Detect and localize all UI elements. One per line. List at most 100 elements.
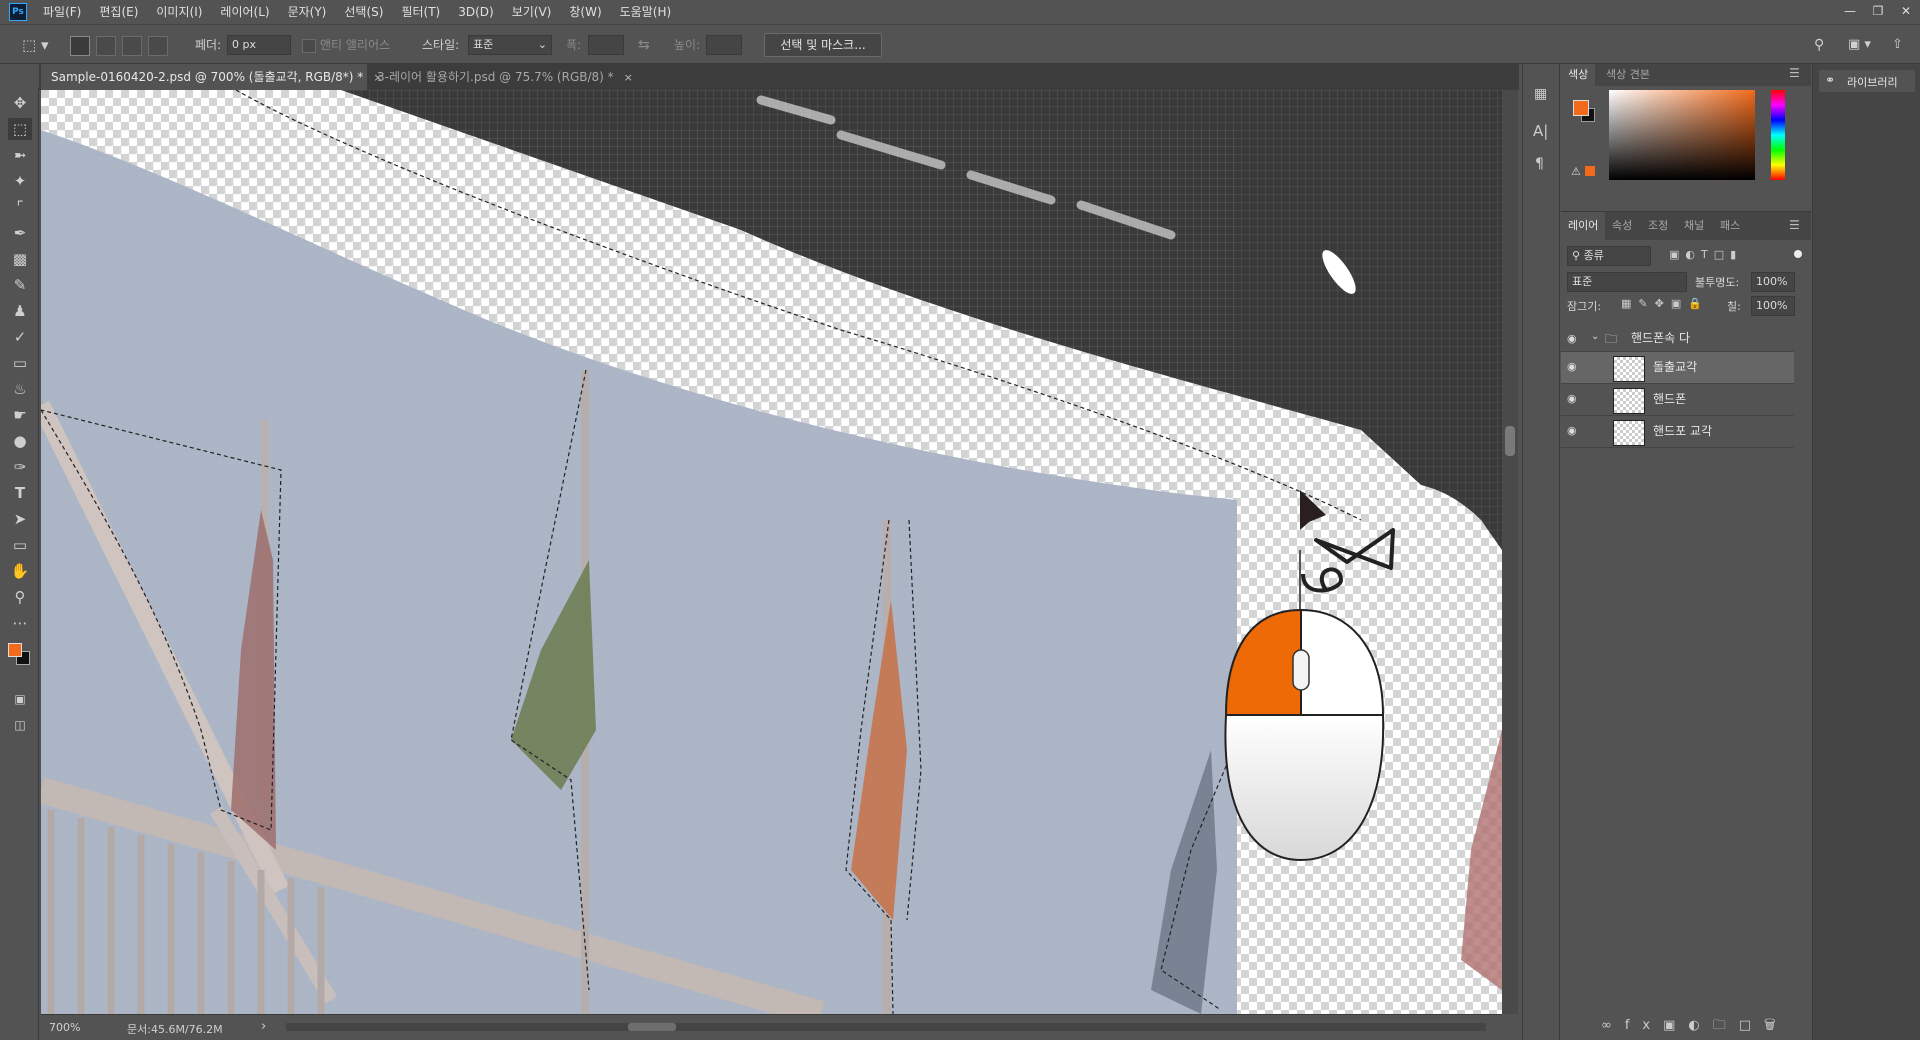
move-tool-icon[interactable]: ✥	[8, 92, 32, 114]
swap-icon[interactable]: ⇆	[638, 35, 650, 55]
gamut-color-chip	[1585, 166, 1595, 176]
style-select[interactable]: 표준 ⌄	[468, 35, 552, 55]
search-icon[interactable]: ⚲	[1814, 35, 1824, 55]
visibility-eye-icon[interactable]: ◉	[1567, 361, 1581, 373]
new-selection-icon[interactable]	[70, 36, 90, 56]
pen-tool-icon[interactable]: ✑	[8, 456, 32, 478]
minimize-icon[interactable]: —	[1836, 0, 1864, 24]
menu-file[interactable]: 파일(F)	[35, 0, 91, 24]
gamut-warning-icon[interactable]: ⚠	[1571, 165, 1581, 178]
tab-sample-document[interactable]: Sample-0160420-2.psd @ 700% (돌출교각, RGB/8…	[41, 64, 383, 90]
lasso-tool-icon[interactable]: ➼	[8, 144, 32, 166]
eraser-tool-icon[interactable]: ▭	[8, 352, 32, 374]
tab-color[interactable]: 색상	[1561, 64, 1596, 86]
visibility-eye-icon[interactable]: ◉	[1567, 333, 1581, 345]
filter-toggle-icon[interactable]	[1794, 250, 1802, 258]
feather-input[interactable]: 0 px	[227, 35, 291, 55]
panel-menu-icon[interactable]: ☰	[1789, 66, 1800, 80]
history-brush-icon[interactable]: ✓	[8, 326, 32, 348]
select-and-mask-button[interactable]: 선택 및 마스크...	[764, 33, 882, 57]
layer-filter-icons[interactable]: ▣◐T□▮	[1669, 248, 1742, 261]
paragraph-panel-icon[interactable]: ¶	[1535, 156, 1544, 172]
eyedropper-tool-icon[interactable]: ✒	[8, 222, 32, 244]
marquee-tool-icon[interactable]: ⬚	[8, 118, 32, 140]
close-icon[interactable]: ×	[624, 71, 633, 84]
intersect-selection-icon[interactable]	[148, 36, 168, 56]
layer-group-row[interactable]: ◉ ⌄ 🗀 핸드폰속 다	[1561, 324, 1794, 352]
tab-layers[interactable]: 레이어	[1561, 212, 1606, 240]
restore-icon[interactable]: ❐	[1864, 0, 1892, 24]
tab-adjustments[interactable]: 조정	[1641, 212, 1675, 240]
foreground-color-swatch[interactable]	[8, 643, 22, 657]
visibility-eye-icon[interactable]: ◉	[1567, 425, 1581, 437]
zoom-level[interactable]: 700%	[49, 1021, 80, 1034]
menu-select[interactable]: 선택(S)	[336, 0, 393, 24]
menu-3d[interactable]: 3D(D)	[450, 0, 503, 24]
layer-action-icons[interactable]: ∞fx▣◐🗀□🗑	[1601, 1016, 1789, 1038]
zoom-tool-icon[interactable]: ⚲	[8, 586, 32, 608]
tab-swatches[interactable]: 색상 견본	[1599, 64, 1657, 86]
menu-filter[interactable]: 필터(T)	[393, 0, 450, 24]
rectangle-tool-icon[interactable]: ▭	[8, 534, 32, 556]
layer-row[interactable]: ◉ 핸드포 교각	[1561, 416, 1794, 448]
scroll-thumb[interactable]	[1505, 426, 1515, 456]
menu-edit[interactable]: 편집(E)	[91, 0, 148, 24]
path-select-icon[interactable]: ➤	[8, 508, 32, 530]
menu-type[interactable]: 문자(Y)	[280, 0, 337, 24]
vertical-scrollbar[interactable]	[1502, 90, 1518, 1014]
color-field[interactable]	[1609, 90, 1755, 180]
blend-mode-select[interactable]: 표준	[1567, 272, 1687, 292]
fill-input[interactable]: 100%	[1751, 296, 1795, 316]
workspace-icon[interactable]: ▣ ▾	[1848, 35, 1871, 55]
menu-help[interactable]: 도움말(H)	[612, 0, 682, 24]
frame-tool-icon[interactable]: ▩	[8, 248, 32, 270]
menu-image[interactable]: 이미지(I)	[148, 0, 212, 24]
layer-row[interactable]: ◉ 돌출교각	[1561, 352, 1794, 384]
tab-paths[interactable]: 패스	[1713, 212, 1747, 240]
height-input[interactable]	[706, 35, 742, 55]
character-panel-icon[interactable]: A|	[1533, 122, 1548, 140]
hue-slider[interactable]	[1771, 90, 1785, 180]
history-panel-icon[interactable]: ▦	[1534, 86, 1547, 102]
opacity-input[interactable]: 100%	[1751, 272, 1795, 292]
width-input[interactable]	[588, 35, 624, 55]
menu-window[interactable]: 창(W)	[561, 0, 611, 24]
menu-view[interactable]: 보기(V)	[504, 0, 562, 24]
height-label: 높이:	[674, 38, 701, 52]
horizontal-scrollbar[interactable]	[286, 1023, 1486, 1031]
screen-mode-icon[interactable]: ◫	[8, 714, 32, 736]
lock-icons[interactable]: ▦✎✥▣🔒	[1621, 297, 1709, 310]
quick-mask-icon[interactable]: ▣	[8, 688, 32, 710]
menu-layer[interactable]: 레이어(L)	[212, 0, 279, 24]
visibility-eye-icon[interactable]: ◉	[1567, 393, 1581, 405]
color-swatches[interactable]	[8, 643, 30, 665]
layer-filter-select[interactable]: ⚲ 종류	[1567, 246, 1651, 266]
brush-tool-icon[interactable]: ✎	[8, 274, 32, 296]
marquee-tool-preset-icon[interactable]: ⬚ ▾	[22, 35, 48, 55]
h-scroll-thumb[interactable]	[628, 1023, 676, 1031]
more-tools-icon[interactable]: ⋯	[8, 612, 32, 634]
library-button[interactable]: ⚭ 라이브러리	[1819, 70, 1915, 92]
add-selection-icon[interactable]	[96, 36, 116, 56]
panel-menu-icon[interactable]: ☰	[1789, 218, 1800, 232]
document-canvas[interactable]	[41, 90, 1502, 1014]
type-tool-icon[interactable]: T	[8, 482, 32, 504]
layer-row[interactable]: ◉ 핸드폰	[1561, 384, 1794, 416]
chevron-down-icon[interactable]: ⌄	[1591, 331, 1599, 342]
crop-tool-icon[interactable]: ⌜	[8, 196, 32, 218]
subtract-selection-icon[interactable]	[122, 36, 142, 56]
share-icon[interactable]: ⇧	[1892, 35, 1903, 55]
paint-bucket-icon[interactable]: ♨	[8, 378, 32, 400]
close-icon[interactable]: ✕	[1892, 0, 1920, 24]
tab-layer-document[interactable]: 3-레이어 활용하기.psd @ 75.7% (RGB/8) * ×	[367, 64, 667, 90]
hand-tool-icon[interactable]: ✋	[8, 560, 32, 582]
magic-wand-tool-icon[interactable]: ✦	[8, 170, 32, 192]
tab-channels[interactable]: 채널	[1677, 212, 1711, 240]
tab-properties[interactable]: 속성	[1605, 212, 1639, 240]
smudge-tool-icon[interactable]: ☛	[8, 404, 32, 426]
status-menu-arrow[interactable]: ›	[261, 1019, 266, 1034]
antialias-checkbox[interactable]	[302, 39, 316, 53]
dodge-tool-icon[interactable]: ●	[8, 430, 32, 452]
color-fg-swatch[interactable]	[1573, 100, 1589, 116]
stamp-tool-icon[interactable]: ♟	[8, 300, 32, 322]
